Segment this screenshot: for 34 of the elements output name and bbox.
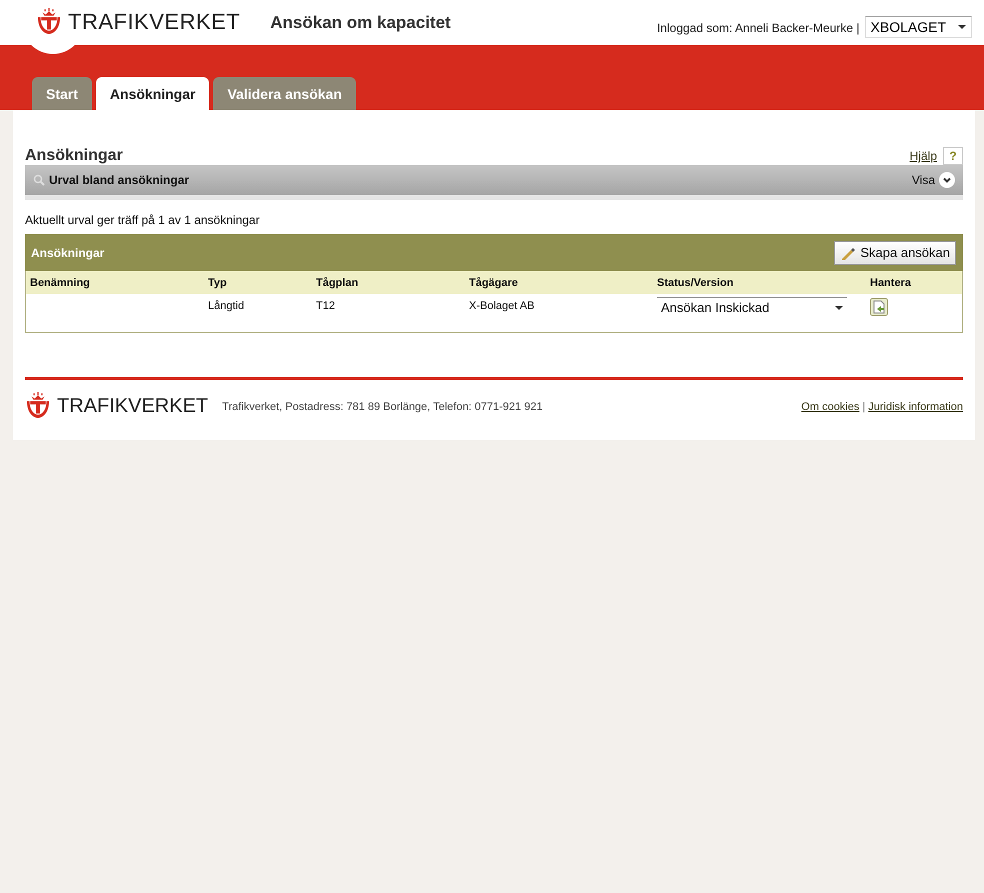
table-cell: T12	[312, 294, 465, 332]
filter-title: Urval bland ansökningar	[49, 173, 190, 187]
show-toggle[interactable]: Visa	[912, 172, 955, 188]
column-header: Status/Version	[653, 271, 866, 294]
app-title: Ansökan om kapacitet	[270, 12, 451, 32]
footer-link[interactable]: Juridisk information	[868, 400, 963, 413]
status-dropdown[interactable]: Ansökan Inskickad	[657, 297, 847, 317]
link-separator: |	[862, 400, 866, 413]
chevron-down-icon	[939, 172, 955, 188]
footer-logo-text: TRAFIKVERKET	[57, 395, 208, 418]
pencil-icon	[840, 246, 856, 260]
help-button[interactable]: ?	[943, 147, 963, 165]
table-cell: Långtid	[204, 294, 312, 332]
table-cell: X-Bolaget AB	[465, 294, 653, 332]
footer-address: Trafikverket, Postadress: 781 89 Borlänge, Telefon: 0771-921 921	[222, 400, 543, 413]
column-header: Hantera	[866, 271, 962, 294]
column-header: Benämning	[26, 271, 204, 294]
user-label: Inloggad som: Anneli Backer-Meurke |	[656, 20, 860, 34]
create-button[interactable]: Skapa ansökan	[834, 240, 956, 264]
column-header: Tågägare	[465, 271, 653, 294]
magnifier-icon	[33, 174, 45, 186]
edit-document-icon[interactable]	[870, 298, 888, 316]
logo-text: TRAFIKVERKET	[68, 9, 240, 36]
footer-link[interactable]: Om cookies	[801, 400, 860, 413]
organisation-dropdown[interactable]: XBOLAGET	[864, 16, 972, 38]
tab[interactable]: Start	[32, 77, 92, 110]
column-header: Tågplan	[312, 271, 465, 294]
column-header: Typ	[204, 271, 312, 294]
tab[interactable]: Ansökningar	[96, 77, 210, 110]
page-heading: Ansökningar	[25, 147, 123, 165]
table-title: Ansökningar	[31, 246, 104, 260]
tab[interactable]: Validera ansökan	[213, 77, 356, 110]
help-link[interactable]: Hjälp	[910, 149, 937, 163]
result-count: Aktuellt urval ger träff på 1 av 1 ansökningar	[25, 213, 261, 227]
